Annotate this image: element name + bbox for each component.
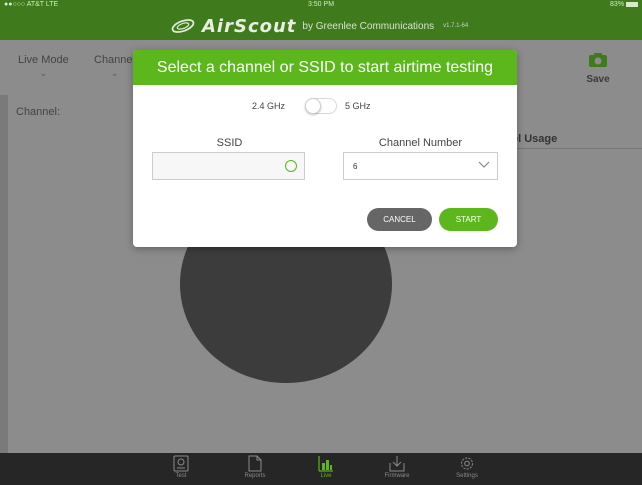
download-icon [389,456,405,472]
airtime-test-dialog: Select a channel or SSID to start airtim… [133,50,517,247]
left-edge [0,95,8,453]
channel-dropdown-label: Channel [94,54,135,66]
tab-test[interactable]: Test [156,455,206,479]
chevron-down-icon: ⌄ [39,68,48,78]
battery-text: 83% [610,1,638,8]
test-icon [173,455,189,472]
airscout-logo-icon [171,19,195,33]
live-mode-dropdown[interactable]: Live Mode ⌄ [18,54,69,79]
tab-label: Reports [244,473,266,479]
clock-text: 3:50 PM [307,1,335,8]
ssid-label: SSID [216,137,243,149]
band-5-label: 5 GHz [345,101,371,111]
channel-number-select[interactable]: 6 [343,152,498,180]
brand-byline: by Greenlee Communications [302,20,435,32]
tab-settings[interactable]: Settings [442,455,492,479]
live-mode-label: Live Mode [18,54,69,66]
band-2-4-label: 2.4 GHz [252,101,286,111]
app-logo: AirScout by Greenlee Communications v1.7… [170,15,468,37]
tab-firmware[interactable]: Firmware [372,455,422,479]
channel-number-value: 6 [353,162,358,171]
tab-reports[interactable]: Reports [230,455,280,479]
cancel-button[interactable]: CANCEL [367,208,432,231]
ssid-input[interactable] [152,152,305,180]
channel-usage-heading: el Usage [512,133,558,145]
tab-label: Settings [456,473,478,479]
divider [500,148,642,149]
toggle-knob [305,98,321,114]
app-version: v1.7.1-64 [443,23,469,29]
tab-label: Firmware [384,473,410,479]
bar-chart-icon [318,456,333,472]
save-button[interactable]: Save [580,52,616,85]
tab-label: Test [175,473,187,479]
document-icon [248,455,262,472]
tab-live[interactable]: Live [301,455,351,479]
camera-icon [589,53,607,67]
bottom-tab-bar: Test Reports Live Firmware Settings [0,453,642,485]
battery-icon [626,1,638,7]
loading-spinner-icon [285,160,297,172]
app-header: AirScout by Greenlee Communications v1.7… [0,10,642,40]
brand-name: AirScout [202,15,297,37]
channel-number-label: Channel Number [378,137,463,149]
tab-label: Live [320,473,332,479]
band-toggle-row: 2.4 GHz 5 GHz [133,97,517,117]
band-toggle[interactable] [305,98,337,114]
status-bar: ●●○○○ AT&T LTE 3:50 PM 83% [0,0,642,10]
chevron-down-icon [478,161,490,168]
start-button[interactable]: START [439,208,498,231]
channel-label: Channel: [16,106,61,118]
channel-dropdown[interactable]: Channel ⌄ [94,54,135,79]
save-label: Save [586,74,610,85]
gear-icon [461,457,473,470]
dialog-title: Select a channel or SSID to start airtim… [133,50,517,85]
chevron-down-icon: ⌄ [110,68,119,78]
